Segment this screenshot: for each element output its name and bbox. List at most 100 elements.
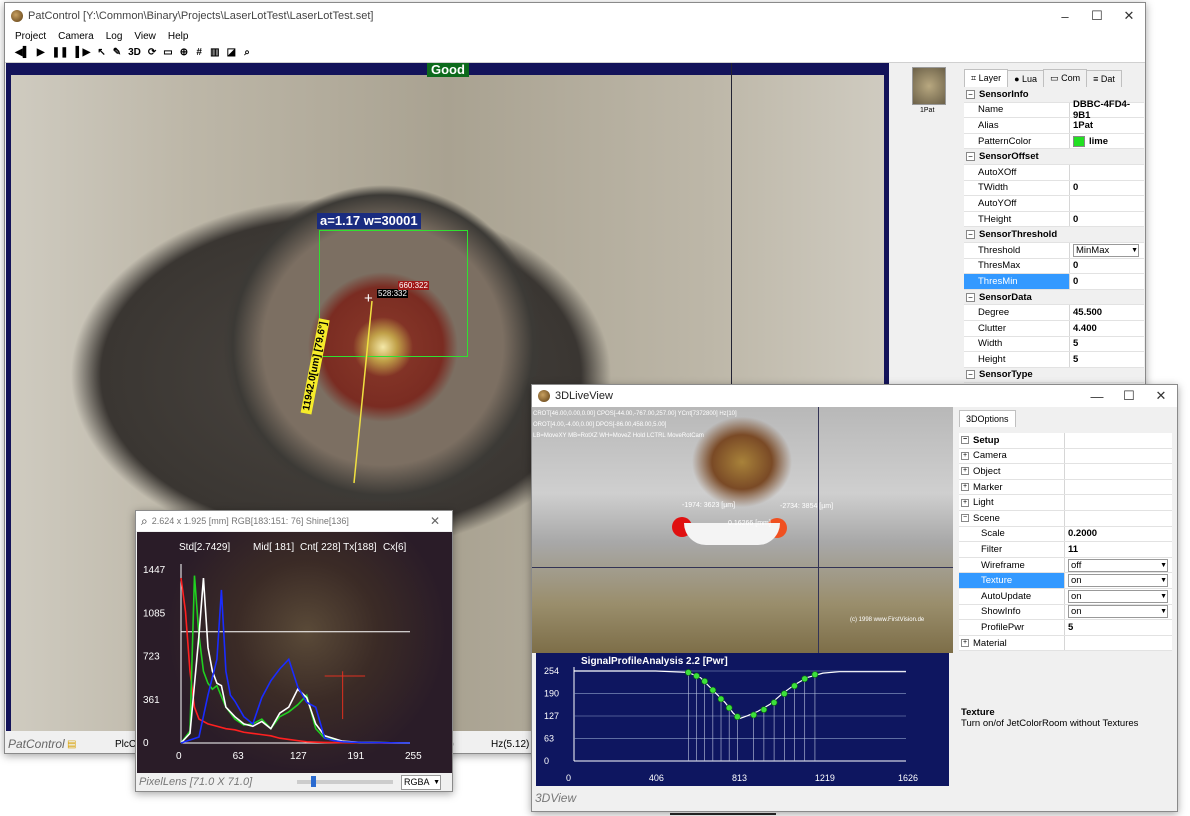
- option-value-cell[interactable]: 11: [1065, 542, 1172, 557]
- tab-com[interactable]: ▭ Com: [1043, 69, 1088, 87]
- option-value[interactable]: 5: [1068, 622, 1073, 633]
- property-row[interactable]: THeight 0: [964, 211, 1144, 228]
- option-value[interactable]: 0.2000: [1068, 528, 1097, 539]
- option-select[interactable]: on ▼: [1068, 574, 1168, 588]
- option-category[interactable]: + Camera: [959, 448, 1172, 465]
- option-category[interactable]: + Light: [959, 495, 1172, 511]
- option-select[interactable]: off ▼: [1068, 558, 1168, 572]
- 3d-maximize-button[interactable]: ☐: [1113, 383, 1145, 409]
- property-value[interactable]: 0: [1073, 214, 1078, 225]
- option-value-cell[interactable]: on ▼: [1065, 588, 1172, 604]
- grid-icon[interactable]: #: [195, 47, 203, 58]
- property-row[interactable]: Name DBBC-4FD4-9B1: [964, 99, 1144, 121]
- tab-dat[interactable]: ≡ Dat: [1086, 70, 1122, 87]
- option-value-cell[interactable]: off ▼: [1065, 557, 1172, 573]
- histogram-icon[interactable]: ▥: [210, 47, 219, 58]
- option-row[interactable]: Filter 11: [959, 542, 1172, 558]
- option-category[interactable]: − Setup: [959, 433, 1172, 449]
- option-row[interactable]: Texture on ▼: [959, 573, 1172, 589]
- minimize-button[interactable]: –: [1049, 3, 1081, 29]
- option-row[interactable]: AutoUpdate on ▼: [959, 588, 1172, 605]
- property-value[interactable]: 0: [1073, 260, 1078, 271]
- threshold-select[interactable]: MinMax ▼: [1073, 243, 1139, 257]
- property-value[interactable]: 5: [1073, 354, 1078, 365]
- property-value[interactable]: 0: [1073, 182, 1078, 193]
- property-row[interactable]: AutoYOff: [964, 196, 1144, 212]
- property-row[interactable]: Degree 45.500: [964, 305, 1144, 321]
- collapse-icon[interactable]: −: [966, 230, 975, 240]
- box-icon[interactable]: ◪: [227, 47, 236, 58]
- option-row[interactable]: Wireframe off ▼: [959, 557, 1172, 574]
- property-value-cell[interactable]: [1070, 196, 1144, 211]
- property-value-cell[interactable]: 4.400: [1070, 320, 1144, 336]
- option-value-cell[interactable]: on ▼: [1065, 604, 1172, 620]
- property-row[interactable]: TWidth 0: [964, 180, 1144, 197]
- channel-select[interactable]: RGBA ▼: [401, 774, 441, 790]
- menu-help[interactable]: Help: [168, 31, 189, 42]
- property-value-cell[interactable]: 0: [1070, 274, 1144, 289]
- collapse-icon[interactable]: −: [966, 152, 975, 162]
- property-value[interactable]: 4.400: [1073, 323, 1097, 334]
- menu-log[interactable]: Log: [106, 31, 123, 42]
- option-category[interactable]: + Marker: [959, 479, 1172, 496]
- property-value[interactable]: 45.500: [1073, 307, 1102, 318]
- collapse-icon[interactable]: −: [966, 370, 975, 380]
- property-row[interactable]: ThresMin 0: [964, 274, 1144, 290]
- property-row[interactable]: Height 5: [964, 352, 1144, 368]
- property-value[interactable]: 5: [1073, 338, 1078, 349]
- 3d-minimize-button[interactable]: —: [1081, 383, 1113, 409]
- property-value-cell[interactable]: 5: [1070, 336, 1144, 352]
- option-value[interactable]: 11: [1068, 544, 1078, 555]
- tab-layer[interactable]: ⌗ Layer: [964, 69, 1009, 87]
- pattern-thumbnail[interactable]: [912, 67, 946, 105]
- expand-icon[interactable]: +: [961, 498, 969, 507]
- option-category[interactable]: + Object: [959, 464, 1172, 480]
- property-value[interactable]: 0: [1073, 276, 1078, 287]
- pixel-lens-close-button[interactable]: ✕: [430, 514, 452, 528]
- pause-icon[interactable]: ❚❚: [52, 47, 69, 58]
- collapse-icon[interactable]: −: [966, 292, 975, 302]
- property-value-cell[interactable]: 0: [1070, 258, 1144, 274]
- 3d-button[interactable]: 3D: [128, 47, 141, 58]
- close-button[interactable]: ✕: [1113, 3, 1145, 29]
- option-row[interactable]: Scale 0.2000: [959, 526, 1172, 543]
- option-select[interactable]: on ▼: [1068, 605, 1168, 619]
- property-row[interactable]: ThresMax 0: [964, 258, 1144, 275]
- 3d-close-button[interactable]: ✕: [1145, 383, 1177, 409]
- menu-camera[interactable]: Camera: [58, 31, 94, 42]
- option-value-cell[interactable]: 5: [1065, 620, 1172, 635]
- property-value-cell[interactable]: DBBC-4FD4-9B1: [1070, 99, 1144, 121]
- rotate-3d-icon[interactable]: ⟳: [148, 47, 156, 58]
- expand-icon[interactable]: +: [961, 483, 969, 492]
- property-value-cell[interactable]: 0: [1070, 211, 1144, 227]
- pointer-icon[interactable]: ↖: [97, 47, 105, 58]
- option-category[interactable]: − Scene: [959, 510, 1172, 527]
- option-category[interactable]: + Material: [959, 635, 1172, 652]
- zoom-slider[interactable]: [297, 776, 393, 787]
- property-row[interactable]: Width 5: [964, 336, 1144, 353]
- property-value[interactable]: lime: [1089, 136, 1108, 147]
- next-frame-icon[interactable]: ▌▶: [76, 47, 91, 58]
- expand-icon[interactable]: +: [961, 467, 969, 476]
- option-value-cell[interactable]: on ▼: [1065, 573, 1172, 588]
- wrench-icon[interactable]: ✎: [113, 47, 121, 58]
- maximize-button[interactable]: ☐: [1081, 3, 1113, 29]
- prev-frame-icon[interactable]: ◀▌: [15, 47, 30, 58]
- property-row[interactable]: PatternColor lime: [964, 133, 1144, 150]
- property-value-cell[interactable]: 0: [1070, 180, 1144, 196]
- property-category[interactable]: − SensorType: [964, 367, 1144, 384]
- tab-3doptions[interactable]: 3DOptions: [959, 410, 1016, 427]
- collapse-icon[interactable]: −: [966, 89, 975, 99]
- property-value-cell[interactable]: [1070, 164, 1144, 180]
- tab-lua[interactable]: ● Lua: [1007, 70, 1045, 87]
- property-row[interactable]: Clutter 4.400: [964, 320, 1144, 337]
- option-select[interactable]: on ▼: [1068, 589, 1168, 603]
- menu-view[interactable]: View: [134, 31, 156, 42]
- region-icon[interactable]: ▭: [163, 47, 172, 58]
- zoom-slider-thumb[interactable]: [311, 776, 316, 787]
- crosshair-icon[interactable]: ⊕: [180, 47, 188, 58]
- property-value-cell[interactable]: 1Pat: [1070, 118, 1144, 133]
- zoom-icon[interactable]: ⌕: [243, 47, 251, 58]
- menu-project[interactable]: Project: [15, 31, 46, 42]
- expand-icon[interactable]: +: [961, 451, 969, 460]
